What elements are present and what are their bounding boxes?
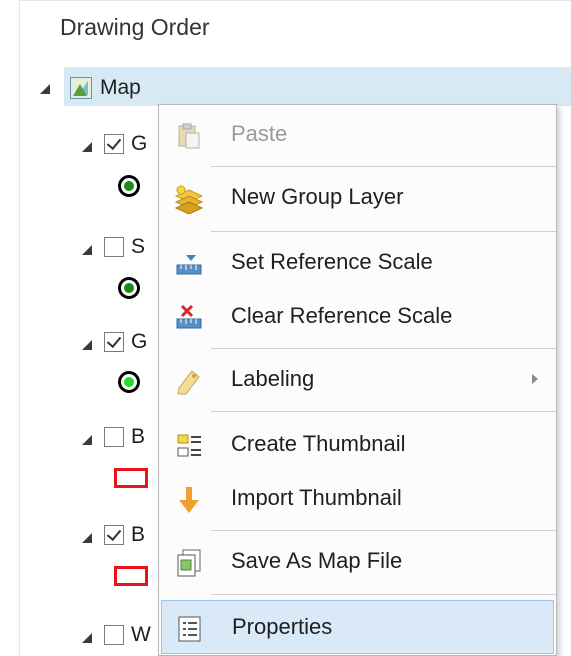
layer-visibility-checkbox[interactable]: [104, 525, 124, 545]
layer-name[interactable]: S: [131, 235, 145, 259]
paste-icon: [178, 123, 200, 149]
properties-icon: [178, 616, 201, 642]
expand-layer-icon[interactable]: [82, 142, 92, 152]
menu-separator: [211, 166, 556, 167]
expand-map-icon[interactable]: [40, 84, 50, 94]
menu-item-save-as-map-file[interactable]: Save As Map File: [161, 535, 554, 589]
menu-item-label: Save As Map File: [231, 548, 403, 573]
layer-visibility-checkbox[interactable]: [104, 134, 124, 154]
menu-separator: [211, 530, 556, 531]
menu-item-label: Create Thumbnail: [231, 431, 406, 456]
layer-visibility-checkbox[interactable]: [104, 427, 124, 447]
expand-layer-icon[interactable]: [82, 435, 92, 445]
expand-layer-icon[interactable]: [82, 340, 92, 350]
menu-item-import-thumbnail[interactable]: Import Thumbnail: [161, 472, 554, 526]
polygon-symbol-icon: [114, 468, 148, 488]
expand-layer-icon[interactable]: [82, 633, 92, 643]
layer-visibility-checkbox[interactable]: [104, 625, 124, 645]
menu-separator: [211, 231, 556, 232]
layer-name[interactable]: W: [131, 623, 151, 647]
menu-item-label: Labeling: [231, 366, 315, 391]
expand-layer-icon[interactable]: [82, 245, 92, 255]
import-thumbnail-icon: [179, 487, 199, 513]
layer-name[interactable]: B: [131, 523, 145, 547]
menu-item-label: Import Thumbnail: [231, 485, 402, 510]
layer-name[interactable]: B: [131, 425, 145, 449]
map-label[interactable]: Map: [100, 76, 141, 100]
menu-separator: [211, 411, 556, 412]
menu-item-properties[interactable]: Properties: [161, 600, 554, 654]
layer-visibility-checkbox[interactable]: [104, 237, 124, 257]
menu-item-label: New Group Layer: [231, 184, 404, 209]
save-map-file-icon: [177, 549, 201, 577]
menu-separator: [211, 594, 556, 595]
submenu-arrow-icon: [532, 374, 538, 384]
menu-item-label: Set Reference Scale: [231, 249, 433, 274]
set-scale-icon: [176, 255, 202, 275]
pane-title: Drawing Order: [60, 14, 210, 40]
point-symbol-icon: [118, 277, 140, 299]
point-symbol-icon: [118, 371, 140, 393]
menu-item-label: Clear Reference Scale: [231, 303, 453, 328]
menu-item-label: Paste: [231, 121, 288, 146]
point-symbol-icon: [118, 175, 140, 197]
context-menu: Paste New Group Layer Set Reference Scal…: [158, 104, 557, 656]
labeling-icon: [177, 370, 200, 395]
pane-left-border: [19, 0, 20, 656]
menu-item-clear-reference-scale[interactable]: Clear Reference Scale: [161, 290, 554, 344]
layer-name[interactable]: G: [131, 330, 147, 354]
layer-name[interactable]: G: [131, 132, 147, 156]
group-layer-icon: [174, 185, 204, 214]
menu-item-set-reference-scale[interactable]: Set Reference Scale: [161, 236, 554, 290]
menu-item-paste[interactable]: Paste: [161, 108, 554, 162]
polygon-symbol-icon: [114, 566, 148, 586]
expand-layer-icon[interactable]: [82, 533, 92, 543]
map-icon: [70, 77, 92, 99]
layer-visibility-checkbox[interactable]: [104, 332, 124, 352]
menu-item-labeling[interactable]: Labeling: [161, 353, 554, 407]
menu-separator: [211, 348, 556, 349]
clear-scale-icon: [176, 304, 202, 329]
menu-item-create-thumbnail[interactable]: Create Thumbnail: [161, 418, 554, 472]
menu-item-label: Properties: [232, 614, 333, 639]
menu-item-new-group-layer[interactable]: New Group Layer: [161, 171, 554, 225]
create-thumbnail-icon: [177, 434, 201, 457]
pane-top-border: [19, 0, 571, 1]
